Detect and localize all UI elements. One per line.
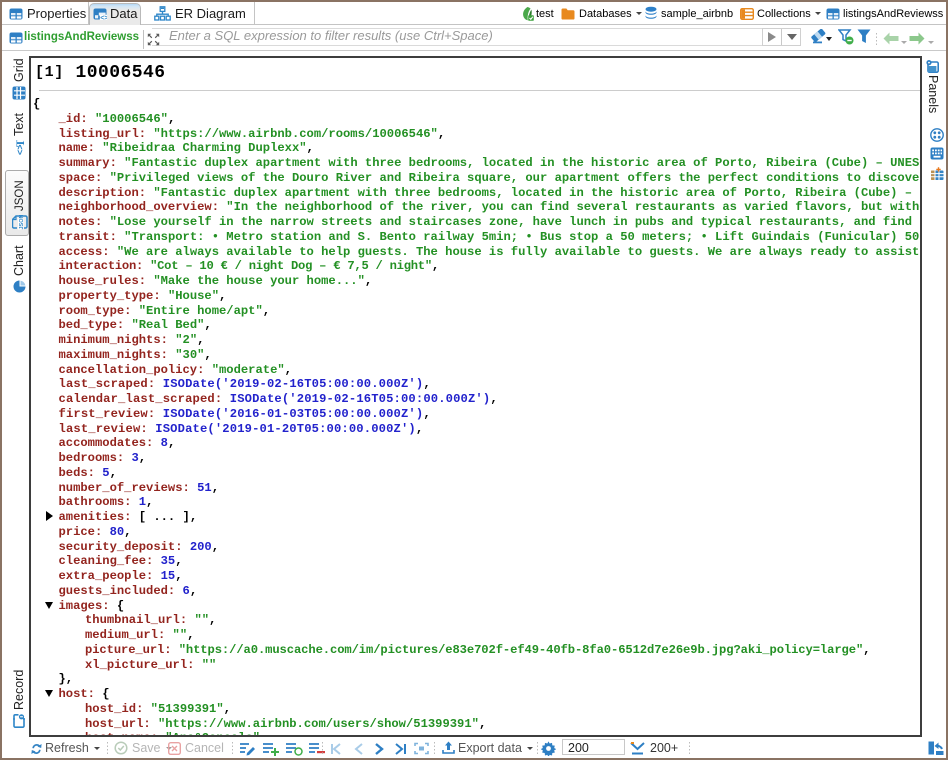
- svg-text:T: T: [13, 140, 25, 147]
- svg-text:<>: <>: [100, 15, 107, 20]
- svg-text:JSON: JSON: [19, 215, 25, 230]
